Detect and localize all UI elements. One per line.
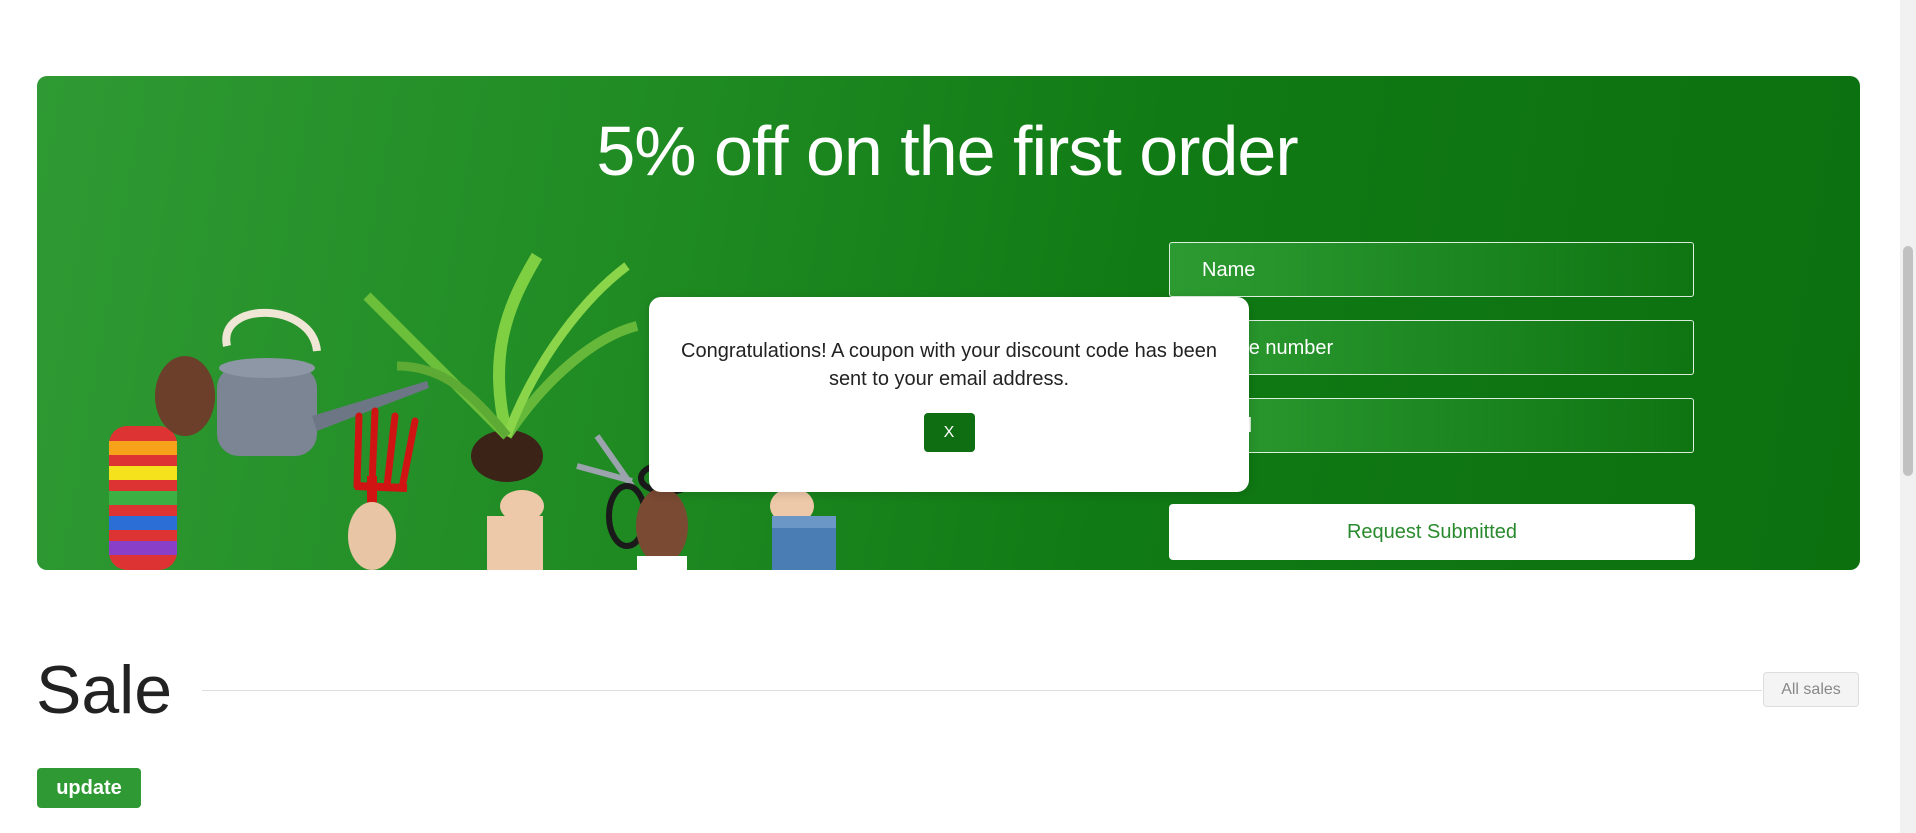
scrollbar-thumb[interactable]	[1903, 246, 1913, 476]
promo-title: 5% off on the first order	[596, 112, 1298, 190]
sale-heading: Sale	[36, 652, 173, 728]
page: 5% off on the first order Name Phone num…	[0, 0, 1916, 833]
denim-sleeve-icon	[770, 488, 836, 570]
garden-fork-icon	[348, 407, 419, 570]
coupon-sent-dialog: Congratulations! A coupon with your disc…	[649, 297, 1249, 492]
section-divider	[202, 690, 1762, 691]
close-dialog-button[interactable]: X	[923, 413, 975, 452]
potted-fern-icon	[363, 252, 639, 570]
update-badge: update	[37, 768, 141, 808]
rainbow-sleeve-icon	[109, 356, 215, 570]
name-field[interactable]: Name	[1169, 242, 1694, 297]
all-sales-button[interactable]: All sales	[1763, 672, 1859, 707]
dialog-message: Congratulations! A coupon with your disc…	[681, 340, 1217, 390]
watering-can-icon	[217, 308, 429, 456]
request-submitted-button[interactable]: Request Submitted	[1169, 504, 1695, 560]
